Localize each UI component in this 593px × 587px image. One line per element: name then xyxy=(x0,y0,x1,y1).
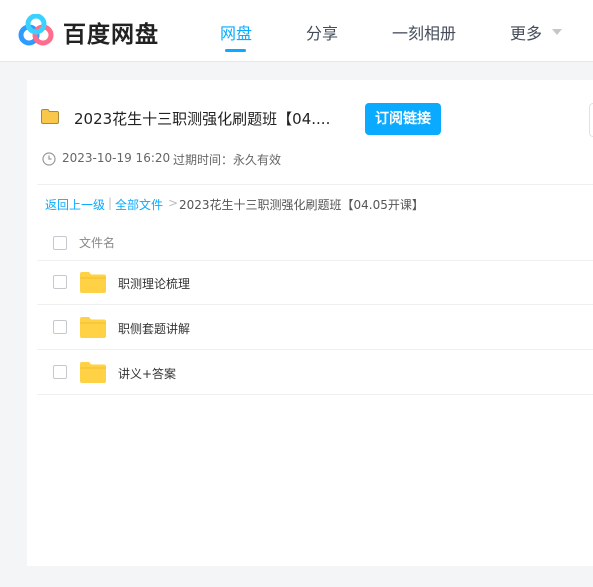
top-bar: 百度网盘 xyxy=(0,0,593,62)
breadcrumb-all-files-link[interactable]: 全部文件 xyxy=(115,196,163,213)
clock-icon xyxy=(42,152,56,166)
breadcrumb-back-link[interactable]: 返回上一级 xyxy=(45,196,105,213)
chevron-down-icon[interactable] xyxy=(552,29,562,35)
brand-name[interactable]: 百度网盘 xyxy=(63,15,159,49)
folder-icon[interactable] xyxy=(80,271,106,293)
share-date: 2023-10-19 16:20 xyxy=(62,151,171,165)
expire-label: 过期时间： xyxy=(173,153,234,167)
breadcrumb-separator: | xyxy=(108,196,113,210)
select-all-checkbox[interactable] xyxy=(53,236,67,250)
folder-icon[interactable] xyxy=(80,316,106,338)
nav-more[interactable]: 更多 xyxy=(510,20,542,44)
file-checkbox[interactable] xyxy=(53,365,67,379)
nav-active-indicator xyxy=(225,49,246,52)
expire-value: 永久有效 xyxy=(233,153,282,167)
nav-share[interactable]: 分享 xyxy=(306,20,338,44)
file-name[interactable]: 职侧套题讲解 xyxy=(118,320,190,337)
nav-netdisk[interactable]: 网盘 xyxy=(220,20,252,44)
folder-icon xyxy=(41,109,59,124)
divider xyxy=(37,184,593,185)
nav-album[interactable]: 一刻相册 xyxy=(392,20,456,44)
file-checkbox[interactable] xyxy=(53,275,67,289)
file-checkbox[interactable] xyxy=(53,320,67,334)
breadcrumb-arrow: > xyxy=(168,196,179,210)
folder-icon[interactable] xyxy=(80,361,106,383)
baidu-netdisk-logo[interactable] xyxy=(17,14,55,48)
file-name[interactable]: 职测理论梳理 xyxy=(118,275,190,292)
row-divider xyxy=(37,349,593,350)
column-header-filename[interactable]: 文件名 xyxy=(79,234,115,251)
row-divider xyxy=(37,394,593,395)
share-title: 2023花生十三职测强化刷题班【04.... xyxy=(74,110,331,128)
row-divider xyxy=(37,260,593,261)
save-button[interactable] xyxy=(589,103,593,137)
subscribe-button[interactable]: 订阅链接 xyxy=(365,103,441,135)
file-name[interactable]: 讲义+答案 xyxy=(118,365,176,382)
row-divider xyxy=(37,304,593,305)
breadcrumb-current: 2023花生十三职测强化刷题班【04.05开课】 xyxy=(179,198,424,212)
